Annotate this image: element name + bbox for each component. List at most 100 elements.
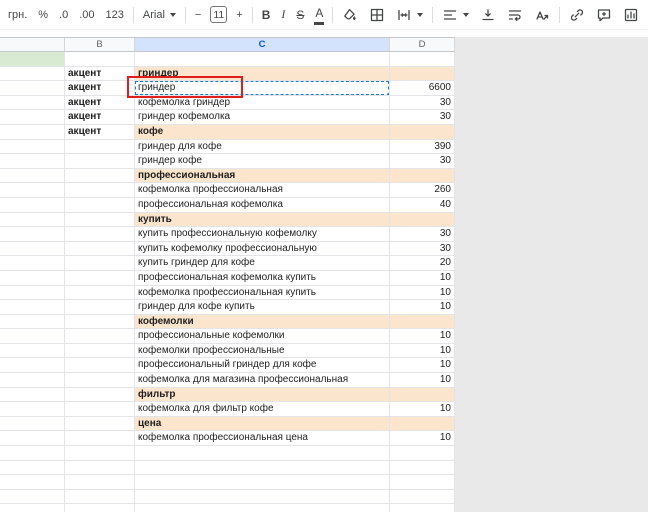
cell-a[interactable] xyxy=(0,197,65,213)
cell-d[interactable]: 10 xyxy=(390,300,455,315)
vertical-align-button[interactable] xyxy=(478,4,498,26)
fill-color-button[interactable] xyxy=(340,4,360,26)
cell-b[interactable] xyxy=(65,460,135,476)
cell-b[interactable] xyxy=(65,256,135,271)
cell-a[interactable] xyxy=(0,300,65,315)
cell-c[interactable] xyxy=(135,489,390,505)
column-header-b[interactable]: B xyxy=(65,38,135,51)
cell-b[interactable]: акцент xyxy=(65,124,135,140)
cell-b[interactable] xyxy=(65,227,135,242)
cell-a[interactable] xyxy=(0,285,65,301)
cell-c[interactable]: цена xyxy=(135,416,390,432)
cell-a[interactable] xyxy=(0,81,65,96)
cell-d[interactable] xyxy=(390,168,455,184)
cell-b[interactable] xyxy=(65,489,135,505)
cell-d[interactable]: 260 xyxy=(390,183,455,198)
decrease-font-size-button[interactable]: − xyxy=(193,4,203,26)
cell-a[interactable] xyxy=(0,241,65,257)
cell-d[interactable] xyxy=(390,66,455,82)
cell-d[interactable] xyxy=(390,314,455,330)
cell-b[interactable] xyxy=(65,154,135,169)
cell-c[interactable] xyxy=(135,446,390,461)
cell-a[interactable] xyxy=(0,270,65,286)
cell-d[interactable] xyxy=(390,52,455,67)
cell-a[interactable] xyxy=(0,416,65,432)
cell-c[interactable]: гриндер кофе xyxy=(135,154,390,169)
cell-a[interactable] xyxy=(0,475,65,490)
cell-d[interactable]: 390 xyxy=(390,139,455,155)
cell-a[interactable] xyxy=(0,139,65,155)
cell-d[interactable]: 10 xyxy=(390,358,455,374)
cell-c[interactable]: кофемолка профессиональная цена xyxy=(135,431,390,447)
column-header-c[interactable]: C xyxy=(135,38,390,51)
cell-d[interactable]: 10 xyxy=(390,270,455,286)
column-header-a[interactable] xyxy=(0,38,65,51)
cell-c[interactable]: профессиональные кофемолки xyxy=(135,329,390,344)
cell-a[interactable] xyxy=(0,227,65,242)
cell-b[interactable] xyxy=(65,168,135,184)
cell-a[interactable] xyxy=(0,460,65,476)
cell-c[interactable] xyxy=(135,504,390,512)
cell-c[interactable]: гриндер для кофе xyxy=(135,139,390,155)
cell-b[interactable] xyxy=(65,343,135,359)
cell-d[interactable] xyxy=(390,124,455,140)
cell-b[interactable] xyxy=(65,212,135,228)
cell-d[interactable]: 10 xyxy=(390,402,455,417)
cell-b[interactable] xyxy=(65,139,135,155)
cell-d[interactable] xyxy=(390,504,455,512)
merge-cells-button[interactable] xyxy=(394,4,425,26)
cell-d[interactable]: 40 xyxy=(390,197,455,213)
cell-b[interactable] xyxy=(65,358,135,374)
cell-d[interactable]: 6600 xyxy=(390,81,455,96)
cell-a[interactable] xyxy=(0,387,65,403)
increase-font-size-button[interactable]: + xyxy=(234,4,244,26)
cell-d[interactable]: 30 xyxy=(390,154,455,169)
cell-c[interactable]: кофемолки профессиональные xyxy=(135,343,390,359)
cell-a[interactable] xyxy=(0,431,65,447)
cell-d[interactable]: 10 xyxy=(390,431,455,447)
cell-d[interactable]: 10 xyxy=(390,285,455,301)
cell-a[interactable] xyxy=(0,329,65,344)
bold-button[interactable]: B xyxy=(260,4,273,26)
horizontal-align-button[interactable] xyxy=(440,4,471,26)
cell-d[interactable] xyxy=(390,475,455,490)
cell-c[interactable]: гриндер кофемолка xyxy=(135,110,390,125)
cell-b[interactable] xyxy=(65,183,135,198)
cell-b[interactable] xyxy=(65,475,135,490)
cell-a[interactable] xyxy=(0,110,65,125)
cell-c[interactable]: кофе xyxy=(135,124,390,140)
cell-c[interactable]: профессиональная кофемолка купить xyxy=(135,270,390,286)
cell-b[interactable] xyxy=(65,329,135,344)
cell-b[interactable] xyxy=(65,416,135,432)
cell-a[interactable] xyxy=(0,183,65,198)
italic-button[interactable]: I xyxy=(279,4,287,26)
insert-comment-button[interactable] xyxy=(594,4,614,26)
cell-c[interactable]: кофемолка гриндер xyxy=(135,95,390,111)
increase-decimal-button[interactable]: .00 xyxy=(77,4,96,26)
cell-d[interactable] xyxy=(390,387,455,403)
cell-a[interactable] xyxy=(0,168,65,184)
cell-c[interactable] xyxy=(135,475,390,490)
text-color-button[interactable]: A xyxy=(313,4,325,26)
cell-d[interactable] xyxy=(390,460,455,476)
selected-cell[interactable]: гриндер xyxy=(135,81,390,96)
text-wrap-button[interactable] xyxy=(505,4,525,26)
more-formats-button[interactable]: 123 xyxy=(104,4,126,26)
cell-a[interactable] xyxy=(0,124,65,140)
cell-d[interactable]: 30 xyxy=(390,95,455,111)
cell-c[interactable]: кофемолка профессиональная xyxy=(135,183,390,198)
cell-b[interactable] xyxy=(65,373,135,388)
cell-b[interactable] xyxy=(65,52,135,67)
cell-c[interactable]: кофемолка для фильтр кофе xyxy=(135,402,390,417)
cell-a[interactable] xyxy=(0,489,65,505)
cell-d[interactable] xyxy=(390,212,455,228)
cell-b[interactable] xyxy=(65,197,135,213)
cell-c[interactable]: профессиональный гриндер для кофе xyxy=(135,358,390,374)
cell-a[interactable] xyxy=(0,95,65,111)
cell-c[interactable]: профессиональная кофемолка xyxy=(135,197,390,213)
currency-format-button[interactable]: грн. xyxy=(6,4,29,26)
cell-b[interactable] xyxy=(65,431,135,447)
cell-d[interactable]: 30 xyxy=(390,227,455,242)
cell-a[interactable] xyxy=(0,212,65,228)
percent-format-button[interactable]: % xyxy=(36,4,50,26)
